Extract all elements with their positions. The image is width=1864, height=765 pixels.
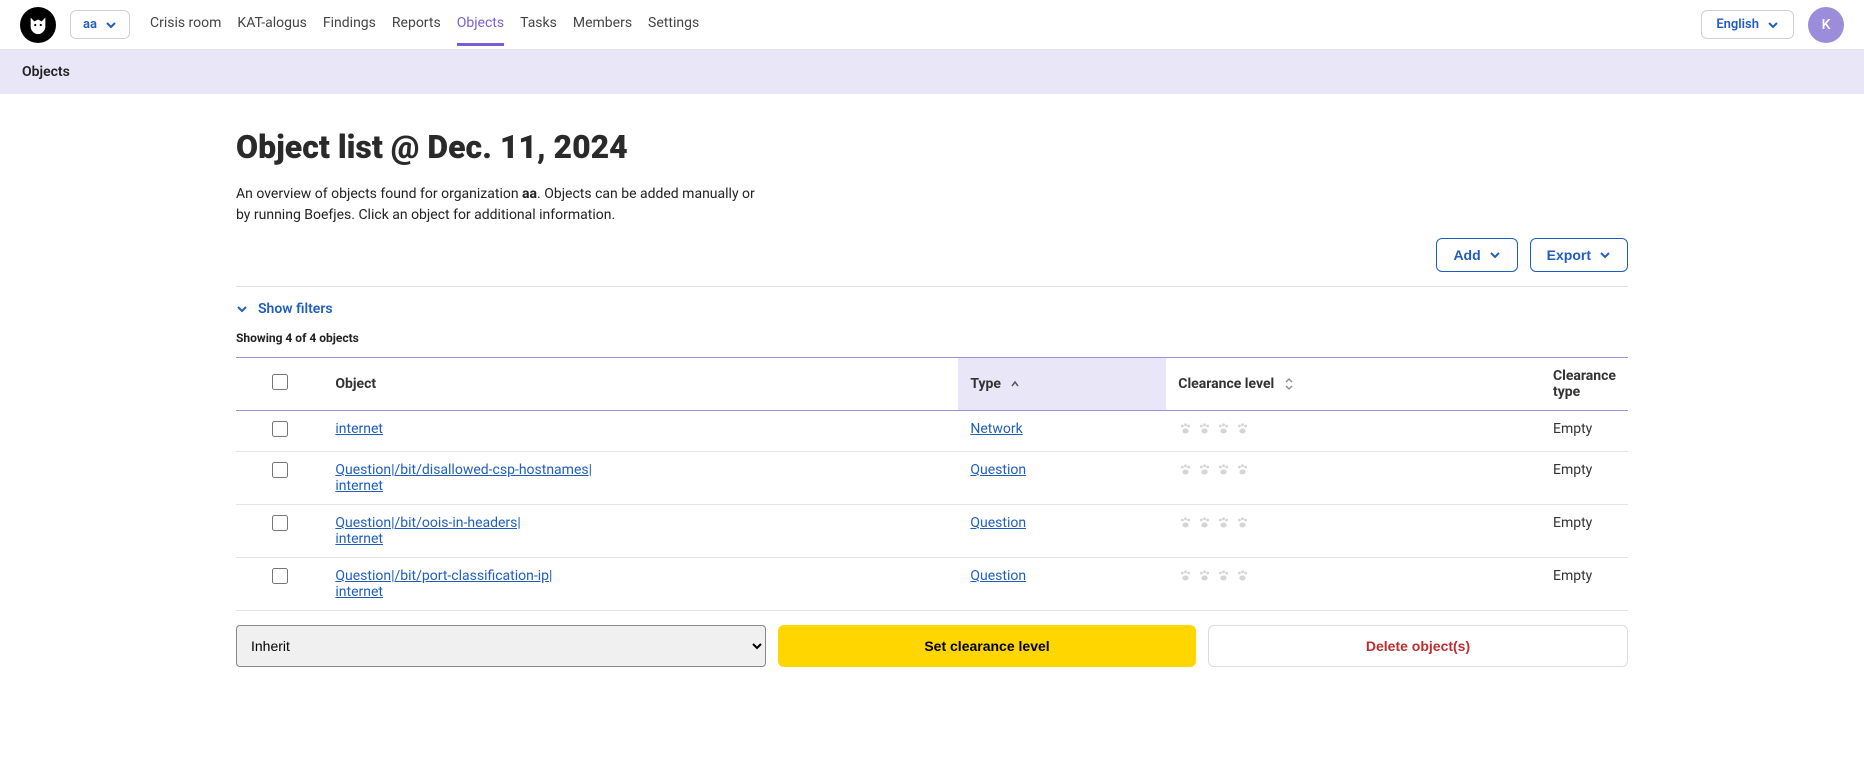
set-clearance-button[interactable]: Set clearance level xyxy=(778,625,1196,667)
chevron-down-icon xyxy=(1489,249,1501,261)
objects-table: Object Type Clearance level Clearance ty… xyxy=(236,357,1628,611)
nav-crisis-room[interactable]: Crisis room xyxy=(150,3,221,46)
object-link[interactable]: Question|/bit/port-classification-ip|int… xyxy=(335,568,552,600)
table-row: Question|/bit/oois-in-headers|internet Qu… xyxy=(236,505,1628,558)
paw-icon xyxy=(1235,515,1250,530)
page-subtitle: An overview of objects found for organiz… xyxy=(236,184,756,226)
chevron-down-icon xyxy=(1599,249,1611,261)
row-checkbox[interactable] xyxy=(272,515,288,531)
table-row: Question|/bit/disallowed-csp-hostnames|i… xyxy=(236,452,1628,505)
col-type[interactable]: Type xyxy=(958,358,1166,411)
row-checkbox[interactable] xyxy=(272,462,288,478)
result-count: Showing 4 of 4 objects xyxy=(236,331,1628,345)
object-link[interactable]: Question|/bit/disallowed-csp-hostnames|i… xyxy=(335,462,592,494)
org-label: aa xyxy=(83,17,97,32)
col-object[interactable]: Object xyxy=(323,358,958,411)
type-link[interactable]: Question xyxy=(970,462,1026,478)
export-button[interactable]: Export xyxy=(1530,238,1628,272)
paw-icon xyxy=(1197,515,1212,530)
clearance-indicator xyxy=(1178,515,1529,530)
object-link[interactable]: Question|/bit/oois-in-headers|internet xyxy=(335,515,520,547)
paw-icon xyxy=(1216,568,1231,583)
object-link[interactable]: internet xyxy=(335,421,383,437)
nav-findings[interactable]: Findings xyxy=(323,3,376,46)
row-checkbox[interactable] xyxy=(272,568,288,584)
clearance-type-cell: Empty xyxy=(1541,558,1628,611)
type-link[interactable]: Question xyxy=(970,568,1026,584)
app-logo[interactable] xyxy=(20,7,56,43)
paw-icon xyxy=(1216,515,1231,530)
add-button[interactable]: Add xyxy=(1436,238,1517,272)
user-avatar[interactable]: K xyxy=(1808,7,1844,43)
nav-objects[interactable]: Objects xyxy=(457,3,504,46)
breadcrumb: Objects xyxy=(0,50,1864,94)
clearance-indicator xyxy=(1178,421,1529,436)
nav-members[interactable]: Members xyxy=(573,3,632,46)
clearance-type-cell: Empty xyxy=(1541,452,1628,505)
type-link[interactable]: Question xyxy=(970,515,1026,531)
paw-icon xyxy=(1197,568,1212,583)
clearance-select[interactable]: Inherit xyxy=(236,625,766,667)
paw-icon xyxy=(1197,462,1212,477)
type-link[interactable]: Network xyxy=(970,421,1022,437)
nav-settings[interactable]: Settings xyxy=(648,3,699,46)
col-clearance-level[interactable]: Clearance level xyxy=(1166,358,1541,411)
clearance-type-cell: Empty xyxy=(1541,411,1628,452)
paw-icon xyxy=(1216,421,1231,436)
chevron-down-icon xyxy=(105,19,117,31)
paw-icon xyxy=(1178,421,1193,436)
sort-icon xyxy=(1284,378,1294,390)
delete-objects-button[interactable]: Delete object(s) xyxy=(1208,625,1628,667)
cat-icon xyxy=(27,14,49,36)
col-clearance-type[interactable]: Clearance type xyxy=(1541,358,1628,411)
avatar-initial: K xyxy=(1822,17,1831,33)
paw-icon xyxy=(1178,568,1193,583)
org-selector[interactable]: aa xyxy=(70,10,130,39)
show-filters-toggle[interactable]: Show filters xyxy=(236,287,1628,331)
select-all-checkbox[interactable] xyxy=(272,374,288,390)
language-label: English xyxy=(1716,17,1759,32)
paw-icon xyxy=(1178,515,1193,530)
chevron-down-icon xyxy=(236,303,248,315)
nav-katalogus[interactable]: KAT-alogus xyxy=(237,3,306,46)
row-checkbox[interactable] xyxy=(272,421,288,437)
sort-asc-icon xyxy=(1010,379,1020,389)
chevron-down-icon xyxy=(1767,19,1779,31)
clearance-indicator xyxy=(1178,462,1529,477)
paw-icon xyxy=(1235,462,1250,477)
paw-icon xyxy=(1197,421,1212,436)
paw-icon xyxy=(1235,421,1250,436)
nav-tasks[interactable]: Tasks xyxy=(520,3,557,46)
paw-icon xyxy=(1216,462,1231,477)
page-title: Object list @ Dec. 11, 2024 xyxy=(236,128,1628,166)
paw-icon xyxy=(1235,568,1250,583)
nav-reports[interactable]: Reports xyxy=(392,3,441,46)
clearance-type-cell: Empty xyxy=(1541,505,1628,558)
language-selector[interactable]: English xyxy=(1701,10,1794,39)
table-row: Question|/bit/port-classification-ip|int… xyxy=(236,558,1628,611)
paw-icon xyxy=(1178,462,1193,477)
table-row: internet Network Empty xyxy=(236,411,1628,452)
main-nav: Crisis room KAT-alogus Findings Reports … xyxy=(150,3,699,46)
clearance-indicator xyxy=(1178,568,1529,583)
